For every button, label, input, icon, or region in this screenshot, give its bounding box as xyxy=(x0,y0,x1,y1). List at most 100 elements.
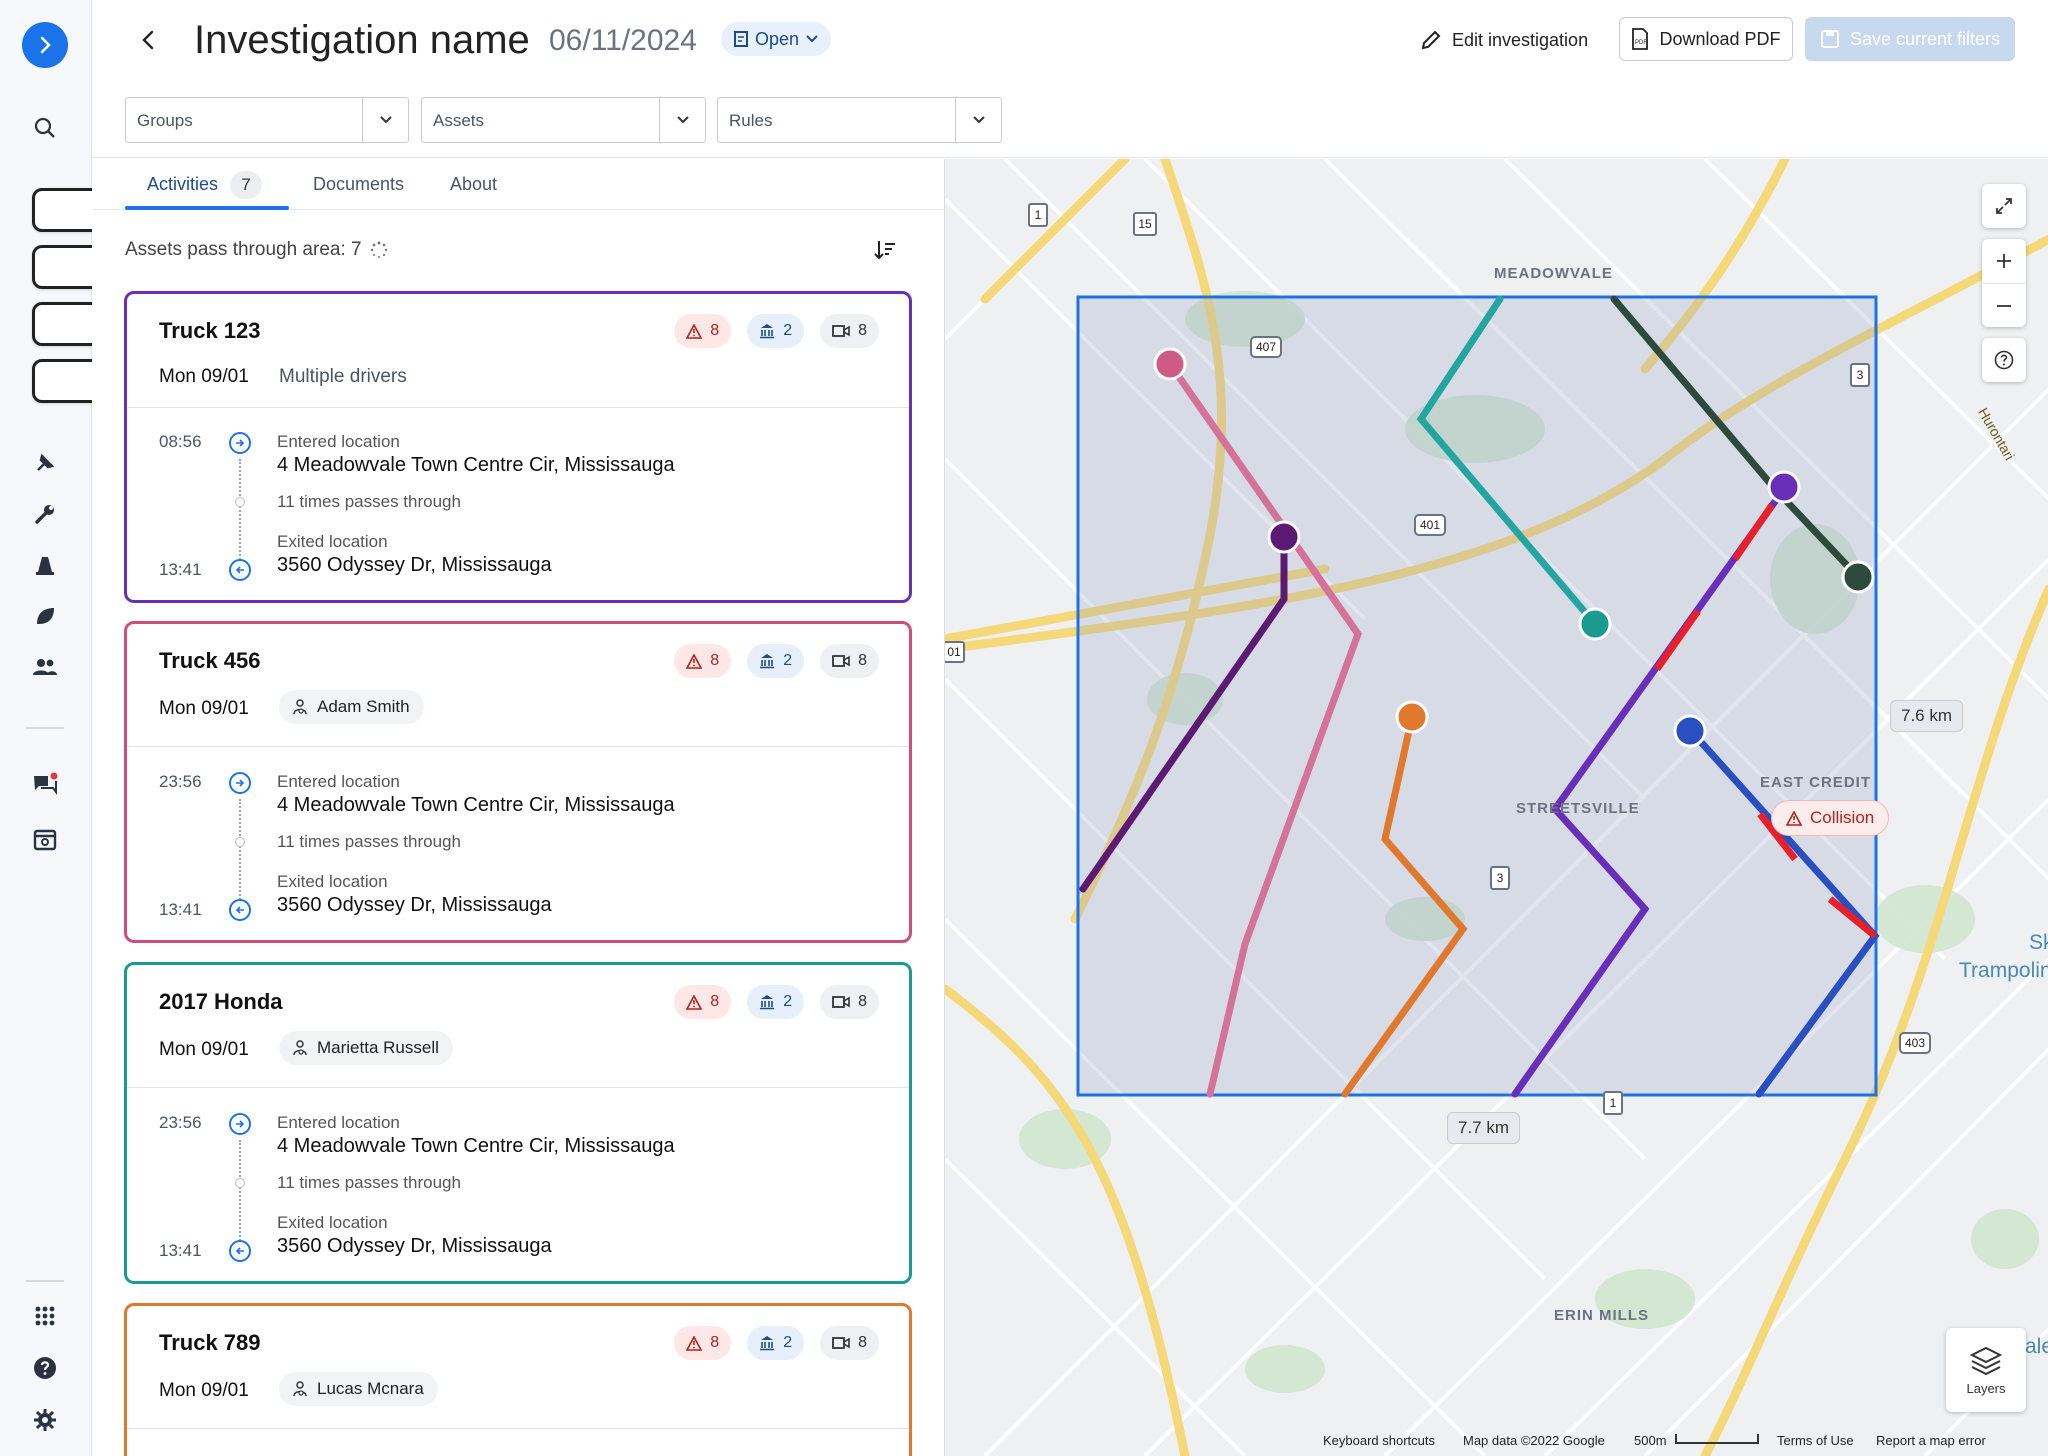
investigation-area[interactable] xyxy=(1076,295,1878,1097)
entered-label: Entered location xyxy=(277,772,400,791)
driver-name: Lucas Mcnara xyxy=(317,1379,424,1398)
svg-text:PDF: PDF xyxy=(1635,40,1647,46)
place-label: MEADOWVALE xyxy=(1494,265,1613,282)
driver-chip[interactable]: Marietta Russell xyxy=(279,1031,453,1065)
documents-badge[interactable]: 2 xyxy=(747,644,805,678)
settings-button[interactable] xyxy=(23,1398,67,1442)
events-badge[interactable]: 8 xyxy=(674,644,732,678)
route-start-marker[interactable] xyxy=(1395,700,1429,734)
road-shield: 1 xyxy=(1028,203,1048,227)
back-button[interactable] xyxy=(132,24,164,56)
documents-badge[interactable]: 2 xyxy=(747,1326,805,1360)
route-start-marker[interactable] xyxy=(1841,560,1875,594)
activities-panel: Activities 7 Documents About Assets pass… xyxy=(92,159,944,1456)
asset-card[interactable]: Truck 123 8 2 8 Mon 09/01 Multiple drive… xyxy=(124,291,912,603)
rail-item-people[interactable] xyxy=(23,645,67,689)
road-shield: 401 xyxy=(1414,514,1446,536)
zoom-out-button[interactable] xyxy=(1982,283,2026,327)
keyboard-shortcuts-link[interactable]: Keyboard shortcuts xyxy=(1323,1433,1435,1448)
rail-item-schedule[interactable] xyxy=(23,817,67,861)
help-button[interactable] xyxy=(23,1346,67,1390)
zoom-in-button[interactable] xyxy=(1982,239,2026,283)
driver-label: Multiple drivers xyxy=(279,366,407,387)
asset-stats: 8 2 8 xyxy=(674,314,879,348)
activity-day: Mon 09/01 xyxy=(159,366,249,387)
wrench-icon xyxy=(35,505,54,524)
report-error-link[interactable]: Report a map error xyxy=(1876,1433,1986,1448)
tab-documents[interactable]: Documents xyxy=(313,159,404,210)
events-badge[interactable]: 8 xyxy=(674,985,732,1019)
edit-investigation-button[interactable]: Edit investigation xyxy=(1420,22,1588,58)
rail-item-sustainability[interactable] xyxy=(23,594,67,638)
place-label: ale xyxy=(2025,1335,2048,1358)
video-icon xyxy=(832,325,850,337)
fullscreen-button[interactable] xyxy=(1982,184,2026,228)
videos-badge[interactable]: 8 xyxy=(820,985,879,1019)
route-start-marker[interactable] xyxy=(1153,347,1187,381)
exited-address: 3560 Odyssey Dr, Mississauga xyxy=(277,894,552,916)
videos-badge[interactable]: 8 xyxy=(820,314,879,348)
rail-item-safety[interactable] xyxy=(23,543,67,587)
driver-chip[interactable]: Lucas Mcnara xyxy=(279,1372,438,1406)
rail-item-pin[interactable] xyxy=(23,441,67,485)
road-shield: 3 xyxy=(1850,363,1870,387)
chevron-down-icon xyxy=(806,35,818,43)
documents-badge[interactable]: 2 xyxy=(747,985,805,1019)
entered-icon xyxy=(229,772,251,794)
map-help-button[interactable] xyxy=(1982,338,2026,382)
road-shield: 3 xyxy=(1490,866,1510,890)
driver-chip[interactable]: Adam Smith xyxy=(279,690,424,724)
apps-button[interactable] xyxy=(23,1294,67,1338)
events-badge[interactable]: 8 xyxy=(674,314,732,348)
exited-label: Exited location xyxy=(277,872,388,891)
asset-card[interactable]: Truck 456 8 2 8 Mon 09/01 Adam Smith 23:… xyxy=(124,621,912,943)
events-badge[interactable]: 8 xyxy=(674,1326,732,1360)
events-count: 8 xyxy=(710,652,720,669)
road-shield: 1 xyxy=(1603,1091,1623,1115)
pdf-icon: PDF xyxy=(1632,28,1649,50)
route-start-marker[interactable] xyxy=(1673,714,1707,748)
expand-nav-button[interactable] xyxy=(22,22,68,68)
sort-button[interactable] xyxy=(872,237,900,265)
videos-badge[interactable]: 8 xyxy=(820,644,879,678)
warning-icon xyxy=(1786,810,1802,826)
sort-icon xyxy=(874,241,895,260)
entered-time: 23:56 xyxy=(159,772,202,791)
timeline-line xyxy=(239,1140,241,1248)
chevron-down-icon xyxy=(955,98,1001,142)
documents-badge[interactable]: 2 xyxy=(747,314,805,348)
document-icon xyxy=(734,31,748,47)
rail-item-messages[interactable] xyxy=(23,762,67,806)
layers-button[interactable]: Layers xyxy=(1946,1328,2026,1412)
route-start-marker[interactable] xyxy=(1267,520,1301,554)
entered-address: 4 Meadowvale Town Centre Cir, Mississaug… xyxy=(277,454,675,476)
tab-activities[interactable]: Activities 7 xyxy=(147,159,263,210)
search-button[interactable] xyxy=(23,106,67,150)
videos-badge[interactable]: 8 xyxy=(820,1326,879,1360)
tab-about[interactable]: About xyxy=(450,159,497,210)
edit-investigation-label: Edit investigation xyxy=(1452,29,1589,50)
active-tab-indicator xyxy=(125,206,289,210)
rules-select[interactable]: Rules xyxy=(717,97,1002,143)
groups-select[interactable]: Groups xyxy=(125,97,409,143)
apps-icon xyxy=(35,1306,55,1326)
page-title: Investigation name xyxy=(194,18,530,62)
download-pdf-button[interactable]: PDF Download PDF xyxy=(1619,17,1793,61)
chevron-down-icon xyxy=(362,98,408,142)
status-dropdown[interactable]: Open xyxy=(721,22,832,56)
assets-select[interactable]: Assets xyxy=(421,97,706,143)
investigation-date: 06/11/2024 xyxy=(549,24,697,57)
zoom-control xyxy=(1982,239,2026,327)
asset-name: Truck 123 xyxy=(159,318,261,343)
area-width-label: 7.7 km xyxy=(1447,1112,1521,1144)
save-filters-button[interactable]: Save current filters xyxy=(1805,17,2015,61)
rail-item-maintenance[interactable] xyxy=(23,492,67,536)
map-view[interactable]: 1 15 407 401 3 3 403 01 1 MEADOWVALE STR… xyxy=(944,159,2048,1456)
route-start-marker[interactable] xyxy=(1767,470,1801,504)
terms-link[interactable]: Terms of Use xyxy=(1777,1433,1854,1448)
collision-marker[interactable]: Collision xyxy=(1771,800,1890,836)
chevron-right-icon xyxy=(40,36,51,54)
asset-card[interactable]: Truck 789 8 2 8 Mon 09/01 Lucas Mcnara xyxy=(124,1303,912,1456)
route-start-marker[interactable] xyxy=(1578,607,1612,641)
asset-card[interactable]: 2017 Honda 8 2 8 Mon 09/01 Marietta Russ… xyxy=(124,962,912,1284)
